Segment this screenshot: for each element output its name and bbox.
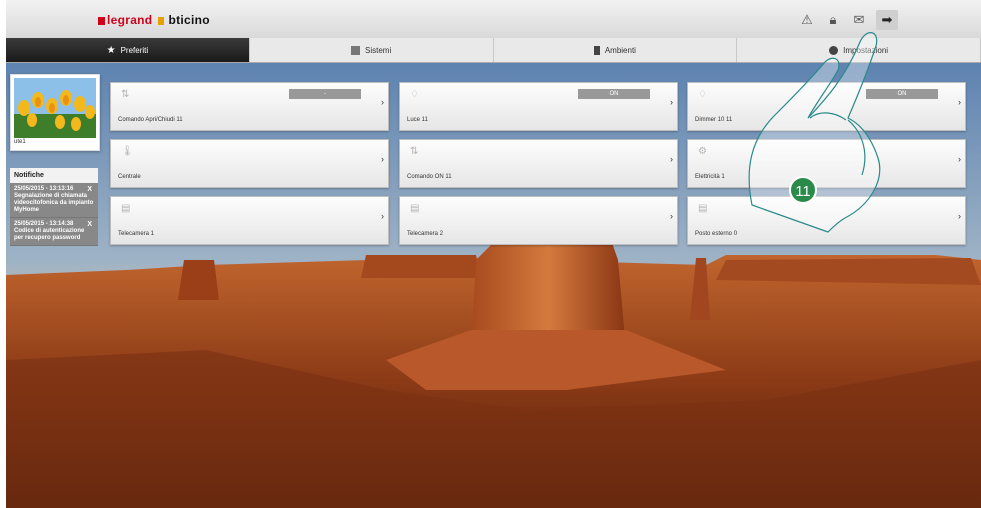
card-state[interactable]: ON: [578, 89, 650, 99]
card-elettricita[interactable]: ⚙ › Elettricità 1: [687, 139, 966, 188]
notification-item[interactable]: 25/05/2015 - 13:14:38 Codice di autentic…: [10, 218, 98, 246]
brand-logo: legrand bticino: [98, 13, 210, 27]
mail-icon[interactable]: ✉: [848, 10, 870, 30]
notification-item[interactable]: 25/05/2015 - 13:13:16 Segnalazione di ch…: [10, 183, 98, 218]
notification-text: 25/05/2015 - 13:14:38 Codice di autentic…: [14, 221, 85, 241]
chevron-right-icon[interactable]: ›: [670, 154, 673, 164]
light-icon: ♢: [410, 89, 419, 100]
thermometer-icon: 🌡︎: [121, 146, 134, 157]
card-label: Luce 11: [407, 117, 428, 123]
chevron-right-icon[interactable]: ›: [381, 154, 384, 164]
chevron-right-icon[interactable]: ›: [958, 97, 961, 107]
card-dimmer[interactable]: ♢ ON › Dimmer 10 11: [687, 82, 966, 131]
chevron-right-icon[interactable]: ›: [381, 97, 384, 107]
card-state[interactable]: ON: [866, 89, 938, 99]
card-label: Telecamera 1: [118, 231, 155, 237]
card-state[interactable]: -: [289, 89, 361, 99]
card-label: Comando ON 11: [407, 174, 452, 180]
step-callout-badge: 11: [789, 176, 817, 204]
card-telecamera-2[interactable]: ▤ › Telecamera 2: [399, 196, 678, 245]
tab-label: Impostazioni: [843, 45, 889, 55]
tab-label: Ambienti: [604, 45, 636, 55]
warning-icon[interactable]: ⚠: [796, 10, 818, 30]
camera-icon: ▤: [410, 203, 420, 214]
chevron-right-icon[interactable]: ›: [381, 211, 384, 221]
tab-impostazioni[interactable]: Impostazioni: [737, 38, 981, 62]
card-telecamera-1[interactable]: ▤ › Telecamera 1: [110, 196, 389, 245]
close-icon[interactable]: X: [87, 221, 92, 228]
energy-icon: ⚙: [698, 146, 707, 157]
chevron-right-icon[interactable]: ›: [958, 154, 961, 164]
card-label: Posto esterno 0: [695, 231, 738, 237]
lock-icon[interactable]: 🔒︎: [822, 10, 844, 30]
close-icon[interactable]: X: [87, 186, 92, 193]
shutter-icon: ⇅: [121, 89, 130, 100]
card-posto-esterno[interactable]: ▤ › Posto esterno 0: [687, 196, 966, 245]
notifications-panel: Notifiche 25/05/2015 - 13:13:16 Segnalaz…: [10, 168, 98, 246]
card-luce[interactable]: ♢ ON › Luce 11: [399, 82, 678, 131]
user-profile[interactable]: ute1: [10, 74, 100, 151]
systems-icon: [351, 45, 360, 55]
main-tabs: ★ Preferiti Sistemi Ambienti Impostazion…: [6, 38, 981, 63]
notifications-title: Notifiche: [10, 168, 98, 183]
card-comando-on[interactable]: ⇅ › Comando ON 11: [399, 139, 678, 188]
chevron-right-icon[interactable]: ›: [958, 211, 961, 221]
tab-sistemi[interactable]: Sistemi: [250, 38, 494, 62]
card-label: Comando Apri/Chiudi 11: [118, 117, 183, 123]
tab-label: Preferiti: [120, 45, 149, 55]
user-avatar: [14, 78, 96, 138]
settings-icon: [829, 45, 839, 55]
top-bar: legrand bticino ⚠ 🔒︎ ✉ ➡: [6, 0, 981, 39]
card-label: Telecamera 2: [407, 231, 444, 237]
bticino-logo-mark: [158, 17, 165, 25]
notification-text: 25/05/2015 - 13:13:16 Segnalazione di ch…: [14, 186, 94, 213]
camera-icon: ▤: [121, 203, 131, 214]
logout-icon[interactable]: ➡: [876, 10, 898, 30]
user-name: ute1: [14, 139, 26, 145]
legrand-logo-text: legrand: [107, 13, 153, 27]
card-label: Centrale: [118, 174, 141, 180]
chevron-right-icon[interactable]: ›: [670, 97, 673, 107]
shutter-icon: ⇅: [410, 146, 419, 157]
chevron-right-icon[interactable]: ›: [670, 211, 673, 221]
tab-preferiti[interactable]: ★ Preferiti: [6, 38, 250, 62]
tab-label: Sistemi: [365, 45, 392, 55]
legrand-logo-mark: [98, 17, 105, 25]
bticino-logo-text: bticino: [168, 13, 210, 27]
rooms-icon: [593, 45, 600, 55]
card-label: Elettricità 1: [695, 174, 725, 180]
card-label: Dimmer 10 11: [695, 117, 733, 123]
tab-ambienti[interactable]: Ambienti: [494, 38, 738, 62]
camera-icon: ▤: [698, 203, 708, 214]
light-icon: ♢: [698, 89, 707, 100]
card-centrale[interactable]: 🌡︎ › Centrale: [110, 139, 389, 188]
star-icon: ★: [106, 44, 116, 56]
card-comando-apri-chiudi[interactable]: ⇅ - › Comando Apri/Chiudi 11: [110, 82, 389, 131]
screen: legrand bticino ⚠ 🔒︎ ✉ ➡ ★ Preferiti Sist…: [6, 0, 981, 508]
